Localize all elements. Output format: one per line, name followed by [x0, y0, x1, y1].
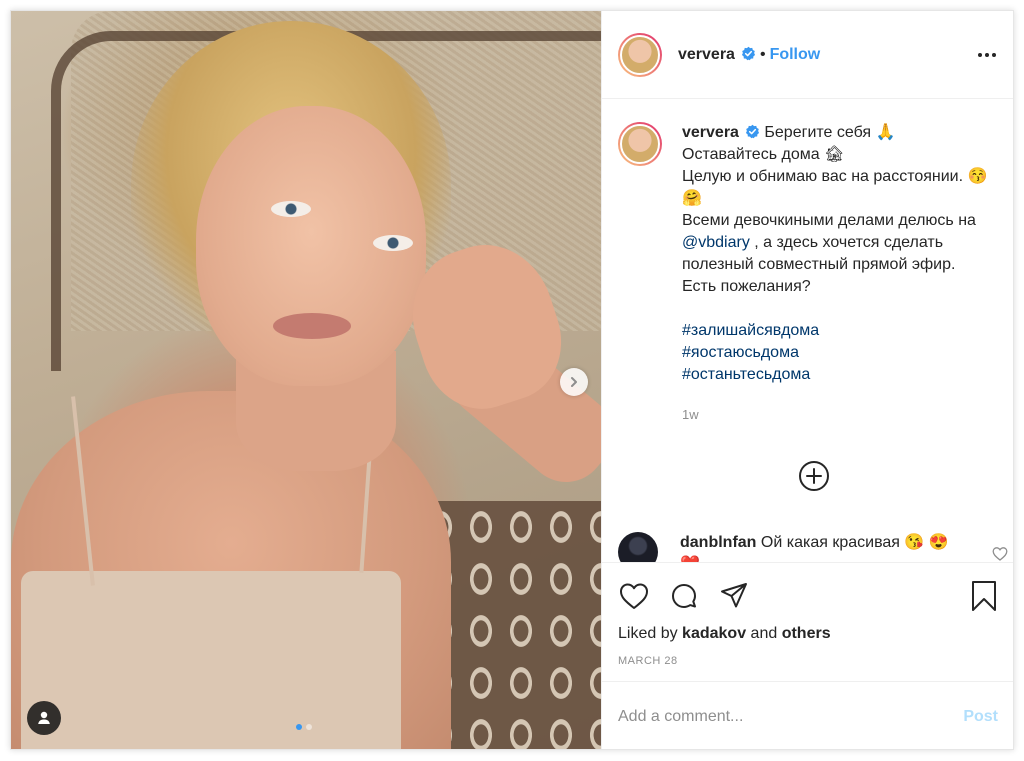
likes-prefix: Liked by	[618, 625, 683, 642]
user-tag-button[interactable]	[27, 701, 61, 735]
post-actions: Liked by kadakov and others MARCH 28	[602, 562, 1013, 667]
likes-mid: and	[746, 625, 782, 642]
caption-line: Всеми девочкиными делами делюсь на	[682, 212, 976, 229]
carousel-indicator	[296, 724, 312, 730]
header-separator: •	[759, 45, 766, 63]
comment-bubble-icon	[672, 584, 696, 608]
photo-eye	[271, 201, 311, 217]
liker-username[interactable]: kadakov	[682, 625, 746, 642]
carousel-dot-active	[296, 724, 302, 730]
verified-badge-icon	[745, 124, 760, 139]
comment-input[interactable]	[618, 707, 964, 726]
comments-area[interactable]: ververa Берегите себя 🙏 Оставайтесь дома…	[602, 100, 1013, 562]
post-date[interactable]: MARCH 28	[618, 655, 1000, 667]
user-tag-icon	[38, 711, 50, 724]
caption-line: Целую и обнимаю вас на расстоянии. 😚 🤗	[682, 168, 988, 207]
photo-eye	[373, 235, 413, 251]
more-options-button[interactable]	[975, 43, 999, 67]
carousel-next-button[interactable]	[560, 368, 588, 396]
caption-line: Оставайтесь дома 🏚	[682, 146, 845, 163]
avatar[interactable]	[618, 32, 662, 77]
comment-item: danblnfan Ой какая красивая 😘 😍 ❤️	[618, 532, 1008, 562]
verified-badge-icon	[741, 46, 756, 60]
bookmark-icon	[972, 581, 996, 611]
hashtag-link[interactable]: #яостаюсьдома	[682, 342, 992, 364]
heart-icon[interactable]	[992, 546, 1008, 562]
post-comment-button[interactable]: Post	[963, 708, 998, 726]
save-button[interactable]	[968, 580, 1000, 612]
post-side-panel: ververa • Follow ververa Берегите себя 🙏…	[601, 11, 1013, 749]
hashtag-link[interactable]: #останьтесьдома	[682, 364, 992, 386]
caption-row: ververa Берегите себя 🙏 Оставайтесь дома…	[618, 122, 1000, 426]
follow-button[interactable]: Follow	[770, 46, 821, 64]
more-options-icon	[978, 52, 996, 57]
heart-icon	[620, 583, 648, 609]
caption-avatar[interactable]	[618, 122, 662, 166]
post-photo[interactable]	[11, 11, 601, 749]
instagram-post-frame: ververa • Follow ververa Берегите себя 🙏…	[10, 10, 1014, 750]
action-bar	[618, 579, 1000, 613]
paper-plane-icon	[721, 583, 747, 608]
chevron-right-icon	[571, 377, 577, 387]
share-button[interactable]	[718, 580, 750, 612]
header-username-text: ververa	[678, 45, 735, 63]
likes-summary: Liked by kadakov and others	[618, 625, 1000, 643]
photo-lips	[273, 313, 351, 339]
comment-form: Post	[602, 681, 1013, 749]
avatar-image	[620, 34, 660, 75]
hashtag-link[interactable]: #залишайсявдома	[682, 320, 992, 342]
comment-button[interactable]	[668, 580, 700, 612]
avatar[interactable]	[618, 532, 658, 562]
mention-link[interactable]: @vbdiary	[682, 234, 750, 251]
plus-circle-icon[interactable]	[798, 460, 830, 492]
avatar-image	[620, 124, 660, 164]
caption-line: Берегите себя 🙏	[764, 124, 896, 141]
like-button[interactable]	[618, 580, 650, 612]
post-caption: ververa Берегите себя 🙏 Оставайтесь дома…	[682, 122, 992, 426]
header-username[interactable]: ververa	[678, 46, 756, 64]
photo-top-garment	[21, 571, 401, 749]
likes-others-link[interactable]: others	[782, 625, 831, 642]
comment-text: danblnfan Ой какая красивая 😘 😍 ❤️	[680, 532, 970, 562]
carousel-dot	[306, 724, 312, 730]
comment-username[interactable]: danblnfan	[680, 534, 756, 551]
caption-timestamp[interactable]: 1w	[682, 404, 992, 426]
caption-username[interactable]: ververa	[682, 124, 739, 141]
post-header: ververa • Follow	[602, 11, 1013, 99]
